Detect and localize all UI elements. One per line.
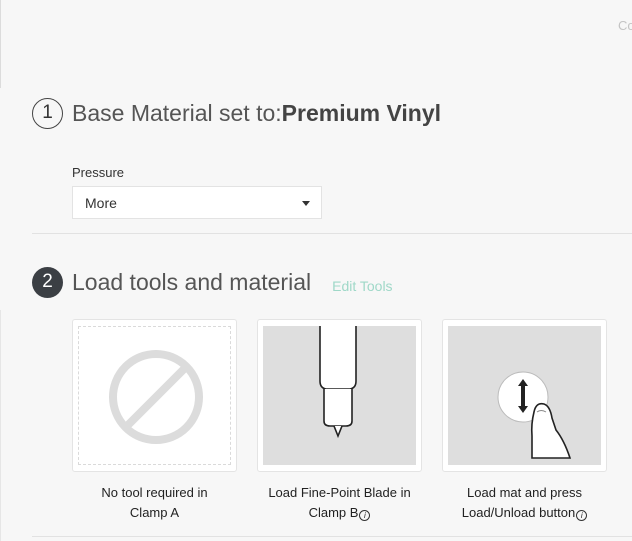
edit-tools-link[interactable]: Edit Tools (332, 278, 392, 294)
step-2-section: 2 Load tools and material Edit Tools (32, 265, 632, 299)
chevron-down-icon (302, 201, 310, 206)
info-icon[interactable]: i (576, 510, 588, 521)
top-bar (0, 0, 632, 90)
clamp-a-caption: No tool required in Clamp A (72, 483, 237, 523)
left-panel-edge (0, 0, 1, 88)
step-1-title: Base Material set to:Premium Vinyl (72, 100, 441, 127)
clamp-b-caption-line2-row: Clamp Bi (257, 503, 422, 523)
press-load-button-icon (497, 371, 572, 459)
clamp-b-caption-line1: Load Fine-Point Blade in (268, 485, 411, 500)
load-mat-caption-line1: Load mat and press (467, 485, 582, 500)
pressure-select-value: More (85, 194, 117, 211)
clamp-a-caption-line2: Clamp A (129, 505, 180, 520)
card-image-frame (263, 326, 416, 465)
clamp-b-caption: Load Fine-Point Blade in Clamp Bi (257, 483, 422, 523)
clamp-b-caption-line2: Clamp B (308, 505, 359, 520)
step-1-section: 1 Base Material set to:Premium Vinyl (32, 96, 632, 130)
tool-card-load-mat (442, 319, 607, 472)
base-material-name: Premium Vinyl (281, 99, 442, 126)
bottom-divider (32, 536, 632, 537)
load-mat-caption-line2-row: Load/Unload button i (442, 503, 607, 523)
step-2-title: Load tools and material (72, 268, 312, 295)
tool-card-clamp-a (72, 319, 237, 472)
step-2-number: 2 (32, 266, 63, 298)
step-1-number: 1 (32, 97, 63, 129)
card-image-frame (78, 326, 231, 465)
pressure-select[interactable]: More (72, 186, 322, 219)
left-panel-edge-lower (0, 310, 1, 541)
clamp-a-caption-line1: No tool required in (101, 485, 208, 500)
load-mat-caption-line2: Load/Unload button (461, 505, 576, 520)
tool-card-clamp-b (257, 319, 422, 472)
fine-point-blade-icon (319, 326, 357, 439)
card-image-frame (448, 326, 601, 465)
pressure-label: Pressure (72, 165, 125, 180)
step-1-title-prefix: Base Material set to: (72, 99, 282, 126)
header-corner-text: Co (618, 18, 632, 33)
load-mat-caption: Load mat and press Load/Unload button i (442, 483, 607, 523)
no-tool-icon (109, 350, 203, 444)
info-icon[interactable]: i (359, 510, 371, 521)
section-divider (32, 233, 632, 234)
